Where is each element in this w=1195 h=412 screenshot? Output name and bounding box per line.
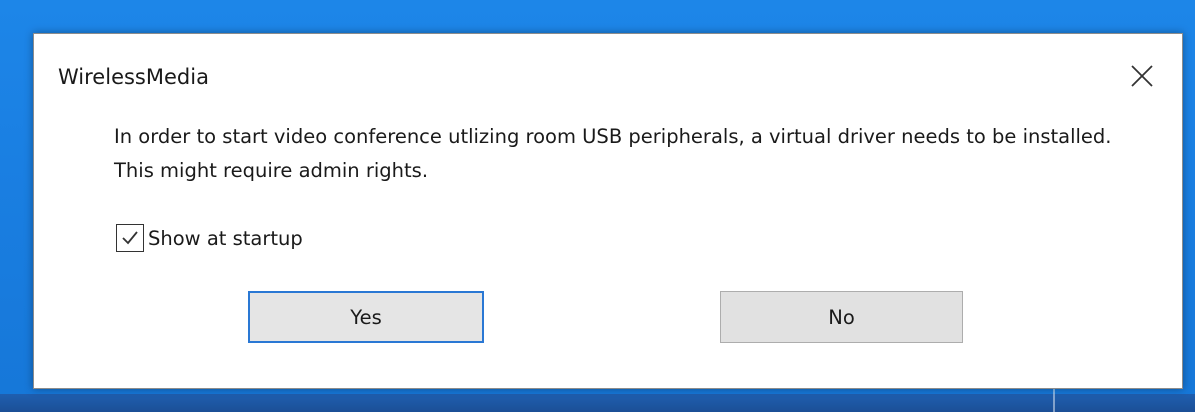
taskbar: [0, 394, 1195, 412]
dialog-message: In order to start video conference utliz…: [114, 125, 1112, 182]
show-at-startup-checkbox-row[interactable]: Show at startup: [116, 224, 303, 252]
close-button[interactable]: [1122, 56, 1162, 96]
checkmark-icon: [122, 231, 138, 245]
dialog-title: WirelessMedia: [58, 65, 209, 89]
show-at-startup-label[interactable]: Show at startup: [148, 227, 303, 250]
dialog-window: WirelessMedia In order to start video co…: [33, 33, 1183, 389]
no-button[interactable]: No: [720, 291, 963, 343]
show-at-startup-checkbox[interactable]: [116, 224, 144, 252]
yes-button[interactable]: Yes: [248, 291, 484, 343]
close-icon: [1131, 65, 1153, 87]
